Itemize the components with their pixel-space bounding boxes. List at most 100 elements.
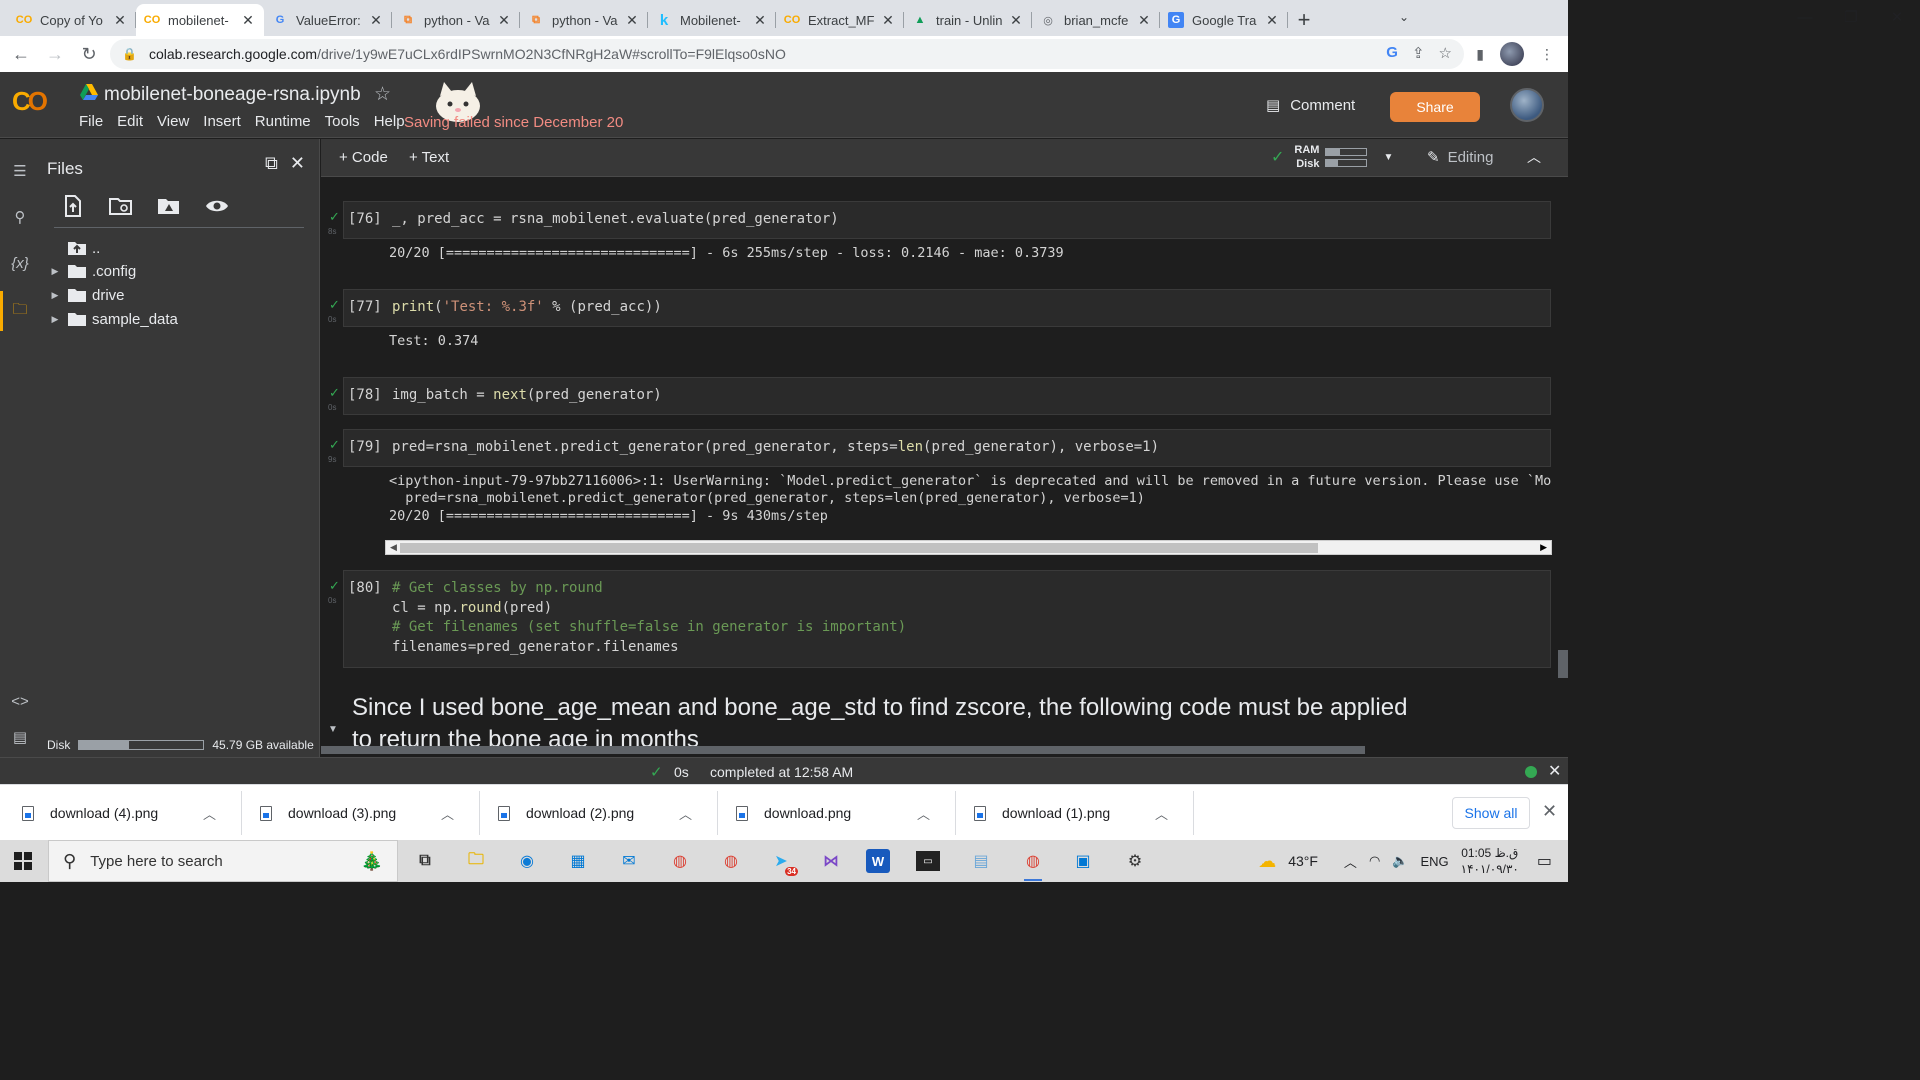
chevron-up-icon[interactable]: ︿	[1344, 852, 1357, 871]
close-tab-icon[interactable]: ✕	[1136, 12, 1152, 29]
markdown-text-cell[interactable]: Since I used bone_age_mean and bone_age_…	[352, 694, 1407, 754]
close-tab-icon[interactable]: ✕	[1264, 12, 1280, 29]
resources-indicator[interactable]: ✓ RAM Disk ▼	[1271, 143, 1393, 171]
tab-search-icon[interactable]: ⌄	[1392, 6, 1416, 28]
close-tab-icon[interactable]: ✕	[240, 12, 256, 29]
side-panel-icon[interactable]: ▮	[1476, 46, 1484, 63]
close-tab-icon[interactable]: ✕	[1008, 12, 1024, 29]
close-panel-icon[interactable]: ✕	[290, 153, 305, 174]
reload-button[interactable]: ↻	[72, 39, 106, 69]
code-cell[interactable]: ✓ 0s [78] img_batch = next(pred_generator…	[328, 377, 1551, 415]
browser-tab[interactable]: ⧉ python - Va ✕	[392, 4, 520, 36]
close-tab-icon[interactable]: ✕	[752, 12, 768, 29]
scrollbar-thumb[interactable]	[400, 543, 1318, 553]
close-status-icon[interactable]: ✕	[1548, 761, 1561, 781]
browser-tab[interactable]: CO Extract_MF ✕	[776, 4, 904, 36]
save-status[interactable]: Saving failed since December 20	[404, 114, 623, 131]
expand-caret-icon[interactable]: ▶	[46, 314, 64, 325]
tree-item-drive[interactable]: ▶ drive	[46, 283, 125, 307]
browser-tab[interactable]: G Google Tra ✕	[1160, 4, 1288, 36]
code-editor[interactable]: [77] print('Test: %.3f' % (pred_acc))	[343, 289, 1551, 327]
code-editor[interactable]: [76] _, pred_acc = rsna_mobilenet.evaluat…	[343, 201, 1551, 239]
code-cell[interactable]: ✓ 0s [77] print('Test: %.3f' % (pred_acc)…	[328, 289, 1551, 350]
run-success-icon[interactable]: ✓	[329, 578, 340, 594]
chevron-up-icon[interactable]: ︿	[203, 804, 216, 823]
weather-icon[interactable]: ☁	[1258, 851, 1276, 872]
share-page-icon[interactable]: ⇪	[1412, 44, 1425, 62]
minimize-button[interactable]: —	[1782, 0, 1828, 34]
url-bar[interactable]: 🔒 colab.research.google.com/drive/1y9wE7…	[110, 39, 1464, 69]
chrome-icon[interactable]: ◍	[665, 846, 695, 876]
editing-mode-button[interactable]: ✎ Editing	[1427, 148, 1493, 167]
code-snippets-icon[interactable]: <>	[8, 689, 32, 713]
file-explorer-icon[interactable]: 🗀	[461, 846, 491, 876]
run-success-icon[interactable]: ✓	[329, 297, 340, 313]
add-text-button[interactable]: + Text	[409, 149, 449, 166]
menu-insert[interactable]: Insert	[196, 113, 248, 130]
notebook-horizontal-scrollbar[interactable]	[321, 746, 1365, 754]
notepad-icon[interactable]: ▤	[966, 846, 996, 876]
command-palette-icon[interactable]: ▤	[8, 725, 32, 749]
google-lens-icon[interactable]: G	[1386, 44, 1398, 62]
terminal-icon[interactable]: ▭	[916, 851, 940, 871]
task-view-icon[interactable]: ⧉	[410, 846, 440, 876]
menu-runtime[interactable]: Runtime	[248, 113, 318, 130]
close-tab-icon[interactable]: ✕	[624, 12, 640, 29]
notifications-icon[interactable]: ▭	[1537, 851, 1552, 871]
word-icon[interactable]: W	[866, 849, 890, 873]
search-icon[interactable]: ⚲	[8, 205, 32, 229]
menu-edit[interactable]: Edit	[110, 113, 150, 130]
close-shelf-icon[interactable]: ✕	[1542, 801, 1557, 822]
close-tab-icon[interactable]: ✕	[112, 12, 128, 29]
download-item[interactable]: download (1).png ︿	[952, 793, 1182, 833]
download-item[interactable]: download (3).png ︿	[238, 793, 468, 833]
chrome-active-icon[interactable]: ◍	[1018, 846, 1048, 881]
code-cell[interactable]: ✓ 9s [79] pred=rsna_mobilenet.predict_gen…	[328, 429, 1551, 525]
tree-item-parent[interactable]: ..	[46, 236, 100, 260]
lock-icon[interactable]: 🔒	[122, 47, 137, 61]
star-icon[interactable]: ☆	[374, 83, 391, 106]
variables-icon[interactable]: {x}	[8, 251, 32, 275]
browser-tab[interactable]: CO Copy of Yo ✕	[8, 4, 136, 36]
chevron-up-icon[interactable]: ︿	[679, 804, 692, 823]
chevron-down-icon[interactable]: ▼	[1383, 152, 1393, 163]
settings-gear-icon[interactable]: ⚙	[1120, 846, 1150, 876]
code-editor[interactable]: [79] pred=rsna_mobilenet.predict_generato…	[343, 429, 1551, 467]
back-button[interactable]: ←	[4, 39, 38, 69]
table-of-contents-icon[interactable]: ☰	[8, 159, 32, 183]
scroll-left-arrow-icon[interactable]: ◀	[390, 542, 397, 553]
taskbar-search-box[interactable]: ⚲ Type here to search 🎄	[48, 840, 398, 882]
code-cell[interactable]: ✓ 0s [80] # Get classes by np.round cl = …	[328, 570, 1551, 668]
menu-tools[interactable]: Tools	[318, 113, 367, 130]
language-indicator[interactable]: ENG	[1420, 854, 1448, 869]
mail-icon[interactable]: ✉	[614, 846, 644, 876]
close-window-button[interactable]: ✕	[1874, 0, 1920, 34]
browser-tab[interactable]: G ValueError: ✕	[264, 4, 392, 36]
weather-temp[interactable]: 43°F	[1288, 853, 1318, 869]
chevron-up-icon[interactable]: ︿	[917, 804, 930, 823]
download-item[interactable]: download (4).png ︿	[0, 793, 230, 833]
add-code-button[interactable]: + Code	[339, 149, 388, 166]
notebook-vertical-scrollbar[interactable]	[1558, 650, 1568, 678]
browser-tab[interactable]: ⧉ python - Va ✕	[520, 4, 648, 36]
browser-tab[interactable]: ◎ brian_mcfe ✕	[1032, 4, 1160, 36]
browser-tab[interactable]: ▲ train - Unlin ✕	[904, 4, 1032, 36]
upload-file-icon[interactable]	[60, 193, 86, 219]
run-success-icon[interactable]: ✓	[329, 385, 340, 401]
status-message[interactable]: completed at 12:58 AM	[710, 764, 853, 780]
show-hidden-files-icon[interactable]	[204, 193, 230, 219]
collapse-section-icon[interactable]: ▼	[328, 724, 338, 735]
new-tab-button[interactable]: +	[1288, 4, 1320, 36]
profile-avatar[interactable]	[1500, 42, 1524, 66]
run-success-icon[interactable]: ✓	[329, 209, 340, 225]
windows-start-icon[interactable]	[14, 852, 32, 870]
chevron-up-icon[interactable]: ︿	[1155, 804, 1168, 823]
browser-tab-active[interactable]: CO mobilenet- ✕	[136, 4, 264, 36]
run-success-icon[interactable]: ✓	[329, 437, 340, 453]
refresh-folder-icon[interactable]	[108, 193, 134, 219]
forward-button[interactable]: →	[38, 39, 72, 69]
account-avatar[interactable]	[1510, 88, 1544, 122]
download-item[interactable]: download.png ︿	[714, 793, 944, 833]
wifi-icon[interactable]: ◠	[1369, 853, 1380, 869]
chevron-up-icon[interactable]: ︿	[441, 804, 454, 823]
